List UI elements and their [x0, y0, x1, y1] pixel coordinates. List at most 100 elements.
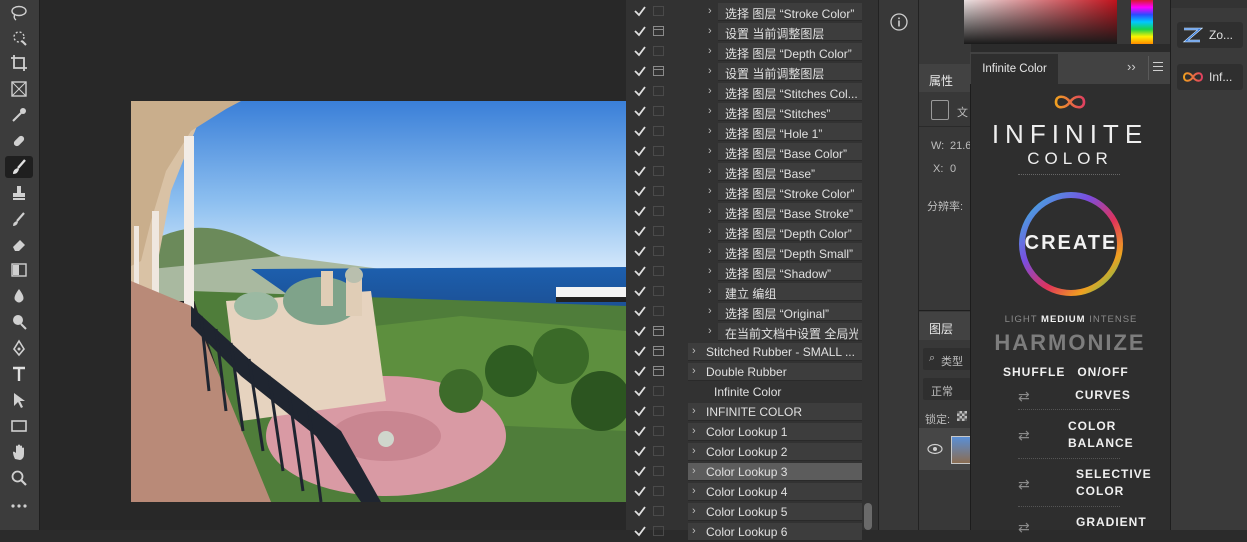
action-row[interactable]: › 设置 当前调整图层 — [626, 22, 878, 42]
dialog-toggle[interactable] — [653, 186, 664, 196]
chevron-right-icon[interactable]: › — [692, 445, 696, 457]
shuffle-button[interactable]: SHUFFLE — [1003, 365, 1064, 379]
intensity-intense[interactable]: INTENSE — [1089, 314, 1137, 325]
chevron-right-icon[interactable]: › — [708, 5, 712, 17]
action-row[interactable]: › 选择 图层 “Hole 1” — [626, 122, 878, 142]
shuffle-selective-color-icon[interactable]: ⇄ — [1018, 476, 1030, 493]
onoff-button[interactable]: ON/OFF — [1073, 365, 1133, 379]
selective-color-line2[interactable]: COLOR — [1076, 484, 1156, 498]
chevron-right-icon[interactable]: › — [708, 45, 712, 57]
shuffle-curves-icon[interactable]: ⇄ — [1018, 388, 1030, 405]
action-row[interactable]: › Color Lookup 3 — [626, 462, 878, 482]
intensity-light[interactable]: LIGHT — [1005, 314, 1038, 325]
action-row[interactable]: › Color Lookup 2 — [626, 442, 878, 462]
chevron-right-icon[interactable]: › — [708, 85, 712, 97]
chevron-right-icon[interactable]: › — [708, 305, 712, 317]
dialog-toggle[interactable] — [653, 206, 664, 216]
checkmark-icon[interactable] — [633, 204, 647, 218]
checkmark-icon[interactable] — [633, 84, 647, 98]
dialog-toggle[interactable] — [653, 246, 664, 256]
chevron-right-icon[interactable]: › — [692, 365, 696, 377]
chevron-right-icon[interactable]: › — [692, 485, 696, 497]
checkmark-icon[interactable] — [633, 284, 647, 298]
dialog-toggle[interactable] — [653, 46, 664, 56]
dodge-tool[interactable] — [5, 311, 33, 333]
dialog-toggle[interactable] — [653, 146, 664, 156]
action-row[interactable]: › INFINITE COLOR — [626, 402, 878, 422]
intensity-medium[interactable]: MEDIUM — [1041, 314, 1086, 325]
x-value[interactable]: 0 — [950, 163, 956, 175]
checkmark-icon[interactable] — [633, 104, 647, 118]
action-row[interactable]: › 设置 当前调整图层 — [626, 62, 878, 82]
chevron-right-icon[interactable]: › — [708, 285, 712, 297]
chevron-right-icon[interactable]: › — [708, 325, 712, 337]
checkmark-icon[interactable] — [633, 384, 647, 398]
checkmark-icon[interactable] — [633, 464, 647, 478]
checkmark-icon[interactable] — [633, 404, 647, 418]
dialog-toggle[interactable] — [653, 26, 664, 36]
history-brush-tool[interactable] — [5, 208, 33, 230]
checkmark-icon[interactable] — [633, 504, 647, 518]
more-tools-tool[interactable] — [5, 495, 33, 517]
infinite-color-tab[interactable]: Infinite Color — [971, 54, 1058, 84]
chevron-right-icon[interactable]: › — [708, 165, 712, 177]
create-button[interactable]: CREATE — [1016, 232, 1126, 255]
gradient-button[interactable]: GRADIENT — [1076, 515, 1156, 529]
dialog-toggle[interactable] — [653, 366, 664, 376]
collapse-panel-icon[interactable]: ›› — [1127, 59, 1136, 74]
chevron-right-icon[interactable]: › — [708, 65, 712, 77]
chevron-right-icon[interactable]: › — [708, 25, 712, 37]
dialog-toggle[interactable] — [653, 466, 664, 476]
checkmark-icon[interactable] — [633, 304, 647, 318]
dialog-toggle[interactable] — [653, 86, 664, 96]
type-tool[interactable] — [5, 363, 33, 385]
dialog-toggle[interactable] — [653, 166, 664, 176]
checkmark-icon[interactable] — [633, 364, 647, 378]
actions-scrollbar[interactable] — [864, 503, 872, 530]
eyedropper-tool[interactable] — [5, 104, 33, 126]
action-row[interactable]: › Color Lookup 6 — [626, 522, 878, 542]
dialog-toggle[interactable] — [653, 426, 664, 436]
dialog-toggle[interactable] — [653, 386, 664, 396]
chevron-right-icon[interactable]: › — [692, 345, 696, 357]
action-row[interactable]: › Double Rubber — [626, 362, 878, 382]
action-row[interactable]: › 选择 图层 “Stroke Color” — [626, 182, 878, 202]
dialog-toggle[interactable] — [653, 106, 664, 116]
checkmark-icon[interactable] — [633, 224, 647, 238]
layer-filter[interactable]: ⌕ 类型 — [923, 348, 971, 370]
shuffle-color-balance-icon[interactable]: ⇄ — [1018, 427, 1030, 444]
hand-tool[interactable] — [5, 441, 33, 463]
dialog-toggle[interactable] — [653, 526, 664, 536]
panel-menu-icon[interactable] — [1153, 62, 1163, 71]
dialog-toggle[interactable] — [653, 306, 664, 316]
chevron-right-icon[interactable]: › — [708, 125, 712, 137]
width-value[interactable]: 21.6 — [950, 140, 971, 152]
chevron-right-icon[interactable]: › — [692, 505, 696, 517]
lasso-tool[interactable] — [5, 2, 33, 24]
hue-slider[interactable] — [1131, 0, 1153, 44]
action-row[interactable]: › 选择 图层 “Depth Small” — [626, 242, 878, 262]
chevron-right-icon[interactable]: › — [692, 405, 696, 417]
blend-mode-select[interactable]: 正常 — [923, 378, 971, 400]
action-row[interactable]: › 选择 图层 “Shadow” — [626, 262, 878, 282]
layers-tab[interactable]: 图层 — [929, 320, 953, 337]
color-balance-line2[interactable]: BALANCE — [1068, 436, 1138, 450]
action-row[interactable]: › 选择 图层 “Stitches Col... — [626, 82, 878, 102]
document-photo[interactable] — [131, 101, 626, 502]
action-row[interactable]: › 选择 图层 “Depth Color” — [626, 222, 878, 242]
action-row[interactable]: › 选择 图层 “Original” — [626, 302, 878, 322]
eraser-tool[interactable] — [5, 233, 33, 255]
chevron-right-icon[interactable]: › — [708, 185, 712, 197]
chevron-right-icon[interactable]: › — [708, 225, 712, 237]
color-picker-field[interactable] — [964, 0, 1117, 44]
dialog-toggle[interactable] — [653, 406, 664, 416]
action-row[interactable]: › 选择 图层 “Base” — [626, 162, 878, 182]
checkmark-icon[interactable] — [633, 164, 647, 178]
chevron-right-icon[interactable]: › — [708, 245, 712, 257]
dialog-toggle[interactable] — [653, 266, 664, 276]
action-row[interactable]: › Stitched Rubber - SMALL ... — [626, 342, 878, 362]
checkmark-icon[interactable] — [633, 184, 647, 198]
document-icon[interactable] — [931, 100, 949, 120]
dialog-toggle[interactable] — [653, 486, 664, 496]
harmonize-button[interactable]: HARMONIZE — [970, 330, 1170, 356]
